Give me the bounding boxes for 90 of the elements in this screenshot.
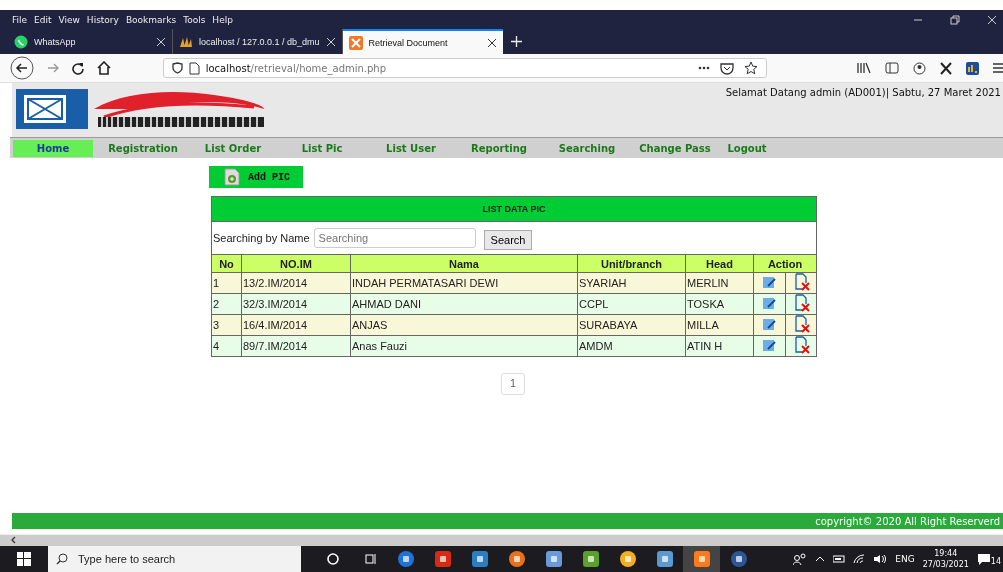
app-icon[interactable] xyxy=(618,550,637,568)
clock[interactable]: 19:44 27/03/2021 xyxy=(922,548,969,570)
menu-icon[interactable] xyxy=(993,62,1003,74)
menu-item[interactable]: Help xyxy=(212,14,233,25)
edit-icon[interactable] xyxy=(763,275,776,289)
wifi-icon[interactable] xyxy=(853,554,866,564)
notification-icon[interactable] xyxy=(976,552,991,566)
nav-link[interactable]: Reporting xyxy=(451,139,547,157)
battery-icon[interactable] xyxy=(833,555,846,563)
menu-item[interactable]: Edit xyxy=(34,14,52,25)
account-icon[interactable] xyxy=(913,61,926,75)
app-icon[interactable] xyxy=(470,550,489,568)
search-field[interactable]: Searching xyxy=(313,228,476,248)
cortana-icon[interactable] xyxy=(327,553,339,565)
table-cell: ANJAS xyxy=(350,314,578,336)
taskbar-search-field[interactable]: Type here to search xyxy=(48,546,301,572)
app-icon[interactable] xyxy=(544,550,563,568)
url-text: localhost/retrieval/home_admin.php xyxy=(205,62,387,74)
library-icon[interactable] xyxy=(857,62,871,74)
copyright-text: copyright© 2020 All Right Reserverd xyxy=(815,515,1000,527)
sidebar-icon[interactable] xyxy=(885,62,899,74)
add-button[interactable]: Add PIC xyxy=(209,166,303,188)
table-cell: 2 xyxy=(211,293,242,315)
table-cell: 4 xyxy=(211,335,242,357)
edit-icon[interactable] xyxy=(763,317,776,331)
welcome-text: Selamat Datang admin (AD001)| Sabtu, 27 Maret 2021 xyxy=(725,86,1002,101)
chevron-up-icon[interactable] xyxy=(815,556,826,562)
chat-bubble-icon xyxy=(14,34,28,49)
app-icon[interactable] xyxy=(433,550,452,568)
page-link[interactable]: 1 xyxy=(501,373,525,395)
menu-item[interactable]: History xyxy=(86,14,119,25)
speaker-icon[interactable] xyxy=(873,554,888,564)
page-icon xyxy=(188,61,200,75)
forward-icon[interactable] xyxy=(45,61,60,75)
nav-link[interactable]: Searching xyxy=(547,139,627,157)
nav-link[interactable]: List User xyxy=(371,139,451,157)
language-indicator[interactable]: ENG xyxy=(895,554,915,564)
delete-icon[interactable] xyxy=(792,273,810,291)
nav-link[interactable]: Logout xyxy=(723,139,771,157)
edit-icon[interactable] xyxy=(763,296,776,310)
app-icon[interactable] xyxy=(655,550,674,568)
delete-icon[interactable] xyxy=(792,294,810,312)
reload-icon[interactable] xyxy=(71,61,85,75)
address-bar[interactable]: localhost/retrieval/home_admin.php xyxy=(162,58,767,78)
table-title: LIST DATA PIC xyxy=(211,196,817,222)
horizontal-scrollbar[interactable] xyxy=(0,534,1003,546)
pocket-icon[interactable] xyxy=(720,61,734,75)
nav-link[interactable]: List Pic xyxy=(273,139,371,157)
chart-icon[interactable] xyxy=(966,61,979,75)
delete-icon[interactable] xyxy=(792,336,810,354)
search-icon xyxy=(56,553,68,565)
home-icon[interactable] xyxy=(96,61,111,75)
scroll-left-icon[interactable] xyxy=(10,536,16,544)
search-label: Searching by Name xyxy=(213,232,310,244)
nav-link[interactable]: List Order xyxy=(193,139,273,157)
edit-icon[interactable] xyxy=(763,338,776,352)
app-icon[interactable] xyxy=(729,550,748,568)
app-icon[interactable] xyxy=(396,550,415,568)
new-tab-icon[interactable] xyxy=(510,36,522,47)
notification-count: 14 xyxy=(990,556,1001,566)
table-cell: Anas Fauzi xyxy=(350,335,578,357)
close-icon[interactable] xyxy=(486,37,497,48)
app-icon[interactable] xyxy=(692,550,711,568)
browser-tab[interactable]: Retrieval Document xyxy=(342,29,503,54)
nav-link[interactable]: Registration xyxy=(93,139,193,157)
table-cell: 1 xyxy=(211,272,242,294)
back-icon[interactable] xyxy=(10,56,34,80)
restore-icon[interactable] xyxy=(950,14,960,25)
menu-item[interactable]: Bookmarks xyxy=(125,14,177,25)
menu-item[interactable]: View xyxy=(58,14,80,25)
more-icon[interactable] xyxy=(698,66,710,70)
shield-icon xyxy=(171,62,183,74)
x-icon[interactable] xyxy=(940,61,952,75)
delete-icon[interactable] xyxy=(792,315,810,333)
people-icon[interactable] xyxy=(793,553,808,565)
search-button[interactable]: Search xyxy=(483,230,533,250)
table-cell: INDAH PERMATASARI DEWI xyxy=(350,272,578,294)
windows-icon[interactable] xyxy=(17,552,31,566)
menu-item[interactable]: Tools xyxy=(183,14,206,25)
table-cell: 3 xyxy=(211,314,242,336)
app-icon[interactable] xyxy=(581,550,600,568)
add-file-icon xyxy=(224,168,240,186)
nav-link[interactable]: Home xyxy=(13,139,93,157)
menu-item[interactable]: File xyxy=(12,14,28,25)
app-icon[interactable] xyxy=(507,550,526,568)
task-view-icon[interactable] xyxy=(365,553,377,565)
star-icon[interactable] xyxy=(744,61,758,75)
xampp-icon xyxy=(348,35,363,50)
table-cell: AHMAD DANI xyxy=(350,293,578,315)
nav-link[interactable]: Change Pass xyxy=(627,139,723,157)
